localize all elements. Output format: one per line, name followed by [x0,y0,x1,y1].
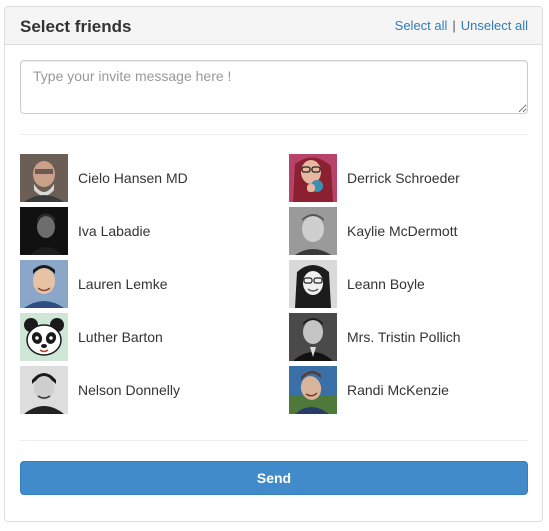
friend-name: Nelson Donnelly [78,382,180,398]
friend-name: Luther Barton [78,329,163,345]
friend-item[interactable]: Randi McKenzie [289,366,449,414]
friend-name: Cielo Hansen MD [78,170,188,186]
friend-avatar [289,260,337,308]
friend-name: Leann Boyle [347,276,425,292]
panel-title: Select friends [20,17,132,36]
friend-item[interactable]: Nelson Donnelly [20,366,180,414]
friend-name: Kaylie McDermott [347,223,458,239]
select-all-link[interactable]: Select all [395,18,448,33]
friend-avatar [289,366,337,414]
friend-item[interactable]: Kaylie McDermott [289,207,457,255]
friend-name: Mrs. Tristin Pollich [347,329,461,345]
panel-heading: Select friends Select all | Unselect all [5,7,542,45]
friend-item[interactable]: Cielo Hansen MD [20,154,188,202]
friend-item[interactable]: Lauren Lemke [20,260,168,308]
friend-name: Iva Labadie [78,223,151,239]
invite-message-input[interactable] [20,60,528,114]
send-button[interactable]: Send [20,461,528,495]
friend-name: Derrick Schroeder [347,170,460,186]
divider-bottom [20,440,528,441]
friend-name: Randi McKenzie [347,382,449,398]
friend-avatar [20,207,68,255]
unselect-all-link[interactable]: Unselect all [461,18,528,33]
select-friends-panel: Select friends Select all | Unselect all C… [4,6,543,522]
friend-item[interactable]: Iva Labadie [20,207,150,255]
friend-avatar [20,366,68,414]
friend-item[interactable]: Mrs. Tristin Pollich [289,313,461,361]
friend-item[interactable]: Luther Barton [20,313,163,361]
friend-item[interactable]: Leann Boyle [289,260,425,308]
friend-avatar [289,313,337,361]
friend-avatar [20,154,68,202]
friend-avatar [289,154,337,202]
divider-top [20,134,528,135]
friend-avatar [20,313,68,361]
selection-links: Select all | Unselect all [395,18,528,33]
friend-name: Lauren Lemke [78,276,168,292]
link-separator: | [452,18,456,33]
friend-item[interactable]: Derrick Schroeder [289,154,460,202]
friend-avatar [289,207,337,255]
friend-avatar [20,260,68,308]
